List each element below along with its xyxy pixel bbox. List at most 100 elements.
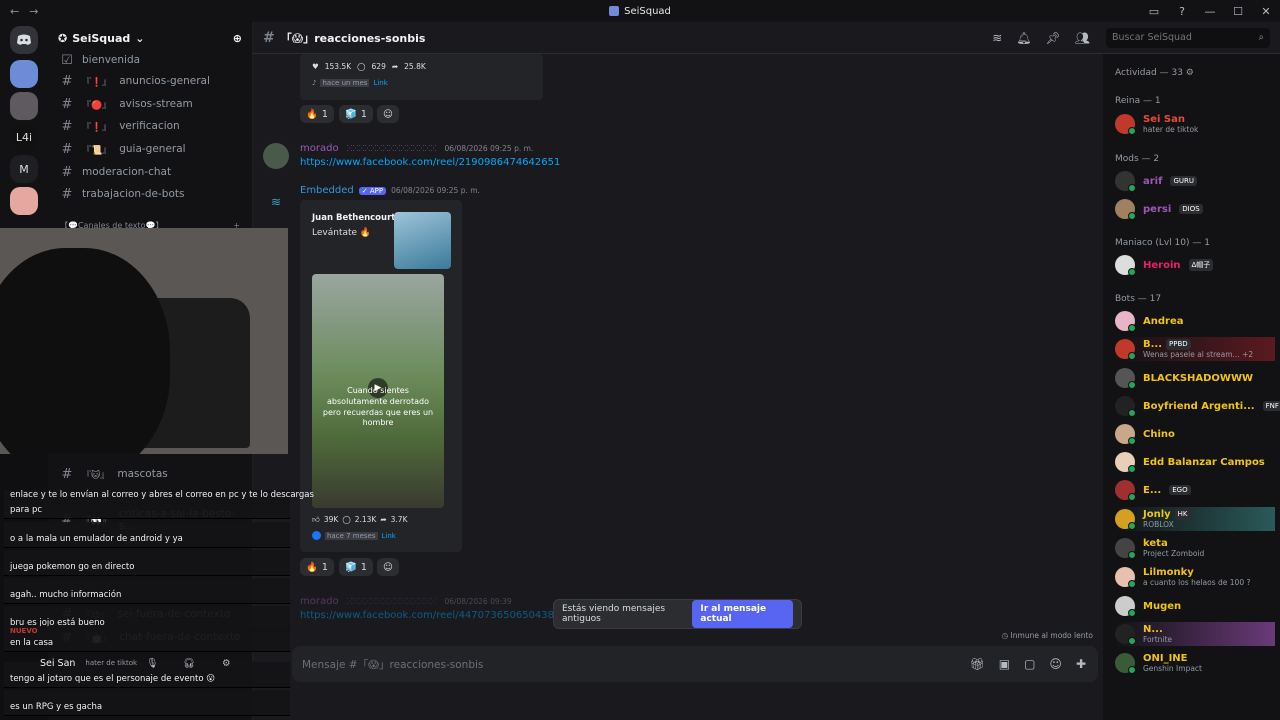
headphones-icon[interactable]: 🎧︎ (183, 658, 195, 669)
member-name: Sei San (1143, 114, 1185, 125)
tiktok-likes: 153.5K (324, 62, 352, 71)
inbox-icon[interactable]: ▭ (1140, 5, 1168, 18)
member-heroin[interactable]: Heroin Δ帽子 (1115, 253, 1275, 277)
help-icon[interactable]: ? (1168, 5, 1196, 18)
server-icon-seisquad[interactable] (10, 60, 38, 88)
channel-avisos-stream[interactable]: # 『🔴』 avisos-stream (56, 94, 246, 114)
member-edd[interactable]: Edd Balanzar Campos (1115, 450, 1275, 474)
facebook-link[interactable]: Link (382, 532, 396, 540)
reaction-emoji[interactable]: 🧊 1 (339, 105, 373, 123)
member-chino[interactable]: Chino (1115, 422, 1275, 446)
member-tag: FNF (1262, 401, 1280, 411)
jump-to-present-button[interactable]: Ir al mensaje actual (692, 600, 793, 628)
channel-trabajacion-de-bots[interactable]: # trabajacion-de-bots (56, 184, 246, 204)
message-input[interactable]: Mensaje #「😱」reacciones-sonbis (302, 657, 483, 672)
channel-guia-general[interactable]: # 『📜』 guia-general (56, 139, 246, 159)
message-author[interactable]: Embedded (300, 185, 354, 196)
server-icon-2[interactable] (10, 92, 38, 120)
group-reina: Reina — 1 (1115, 96, 1161, 106)
member-andrea[interactable]: Andrea (1115, 309, 1275, 333)
message-link[interactable]: https://www.facebook.com/reel/2190986474… (300, 157, 560, 168)
tiktok-link[interactable]: Link (373, 79, 387, 87)
server-icon-l4i[interactable]: L4i (10, 123, 38, 151)
avatar (1115, 424, 1136, 445)
message-composer[interactable]: Mensaje #「😱」reacciones-sonbis 🎁︎ ▣ ▢ ☺ ✚ (292, 646, 1098, 682)
embed-video[interactable]: ▶ Cuando sientes absolutamente derrotado… (312, 274, 444, 508)
invite-icon[interactable]: ⊕ (233, 32, 242, 45)
embed-thumbnail[interactable] (394, 212, 451, 269)
member-name: Boyfriend Argenti... (1143, 400, 1255, 412)
reaction-fire[interactable]: 🔥 1 (300, 105, 334, 123)
gear-icon[interactable]: ⚙ (1186, 68, 1194, 78)
search-input[interactable] (1112, 32, 1242, 43)
member-mugen[interactable]: Mugen (1115, 594, 1275, 618)
avatar[interactable] (263, 143, 289, 169)
facebook-icon (312, 531, 321, 540)
gif-icon[interactable]: ▣ (999, 657, 1010, 671)
close-button[interactable]: ✕ (1252, 5, 1280, 18)
stream-chat-line: es un RPG y es gacha (4, 690, 290, 716)
server-icon-5[interactable] (10, 187, 38, 215)
member-oni-ine[interactable]: ONI_INE Genshin Impact (1115, 651, 1275, 675)
channel-header: # 「😱」reacciones-sonbis ≋ 🔔︎ 📌︎ 👥︎ ⌕ (253, 22, 1280, 54)
search-box[interactable]: ⌕ (1106, 27, 1270, 48)
member-name: Mugen (1143, 600, 1182, 612)
maximize-button[interactable]: ☐ (1224, 5, 1252, 18)
members-icon[interactable]: 👥︎ (1075, 31, 1090, 45)
threads-icon[interactable]: ≋ (992, 31, 1002, 45)
discord-home-icon[interactable] (10, 26, 38, 54)
hash-icon: # (61, 186, 73, 202)
bot-avatar[interactable]: ≋ (263, 189, 289, 215)
minimize-button[interactable]: — (1196, 5, 1224, 18)
reaction-fire[interactable]: 🔥 1 (300, 558, 334, 576)
user-panel[interactable]: Sei San hater de tiktok 🎙︎ 🎧︎ ⚙ (0, 648, 290, 678)
embed-author[interactable]: Juan Bethencourt (312, 213, 395, 223)
channel-mascotas[interactable]: # 『🐱』 mascotas (56, 464, 246, 484)
member-lilmonky[interactable]: Lilmonky a cuanto los helaos de 100 ? (1115, 565, 1275, 589)
member-e[interactable]: E... EGO (1115, 478, 1275, 502)
member-arif[interactable]: arif GURU (1115, 169, 1275, 193)
add-reaction-button[interactable]: ☺ (377, 105, 399, 123)
window-title-text: SeiSquad (624, 5, 671, 17)
member-keta[interactable]: keta Project Zomboid (1115, 536, 1275, 560)
tiktok-stats: ♥ 153.5K ◯ 629 ➦ 25.8K (312, 62, 426, 71)
channel-label: guia-general (119, 143, 186, 155)
slowmode-text: Inmune al modo lento (1010, 631, 1093, 640)
member-boyfriend[interactable]: Boyfriend Argenti... FNF (1115, 394, 1280, 418)
mic-icon[interactable]: 🎙︎ (146, 658, 158, 669)
message-timestamp: 06/08/2026 09:39 (444, 597, 512, 606)
member-b[interactable]: B... PPBD Wenas pasele al stream... +2 (1115, 337, 1275, 361)
bell-icon[interactable]: 🔔︎ (1016, 31, 1031, 45)
member-sei-san[interactable]: Sei San hater de tiktok (1115, 112, 1275, 136)
emoji-picker-icon[interactable]: ☺ (1049, 657, 1062, 671)
settings-gear-icon[interactable]: ⚙ (222, 658, 231, 669)
channel-verificacion[interactable]: # 『❗』 verificacion (56, 116, 246, 136)
comment-icon: ◯ (357, 62, 366, 71)
avatar (1115, 624, 1136, 645)
member-persi[interactable]: persi DIOS (1115, 197, 1275, 221)
new-badge: NUEVO (10, 627, 38, 635)
member-status: Fortnite (1143, 635, 1173, 644)
sticker-icon[interactable]: ▢ (1024, 657, 1035, 671)
member-jonly[interactable]: Jonly HK ROBLOX (1115, 507, 1275, 531)
embed-description: Levántate 🔥 (312, 228, 372, 238)
pin-icon[interactable]: 📌︎ (1046, 31, 1061, 45)
channel-bienvenida[interactable]: ☑ bienvenida (56, 50, 246, 70)
server-icon-m[interactable]: M (10, 155, 38, 183)
reaction-emoji[interactable]: 🧊 1 (339, 558, 373, 576)
apps-icon[interactable]: ✚ (1076, 657, 1086, 671)
hash-icon: # (61, 118, 73, 134)
gift-icon[interactable]: 🎁︎ (970, 657, 985, 671)
message-link[interactable]: https://www.facebook.com/reel/4470736506… (300, 610, 554, 621)
channel-anuncios-general[interactable]: # 『❗』 anuncios-general (56, 71, 246, 91)
member-blackshadowww[interactable]: BLACKSHADOWWW (1115, 366, 1275, 390)
message-author[interactable]: morado (300, 596, 339, 607)
message-author[interactable]: morado (300, 143, 339, 154)
channel-moderacion-chat[interactable]: # moderacion-chat (56, 162, 246, 182)
member-n[interactable]: N... Fortnite (1115, 622, 1275, 646)
stream-chat-line: agah.. mucho información (4, 578, 290, 604)
add-reaction-button[interactable]: ☺ (377, 558, 399, 576)
avatar (1115, 509, 1136, 530)
stream-chat-text: juega pokemon go en directo (10, 562, 135, 572)
member-name: keta (1143, 538, 1168, 549)
